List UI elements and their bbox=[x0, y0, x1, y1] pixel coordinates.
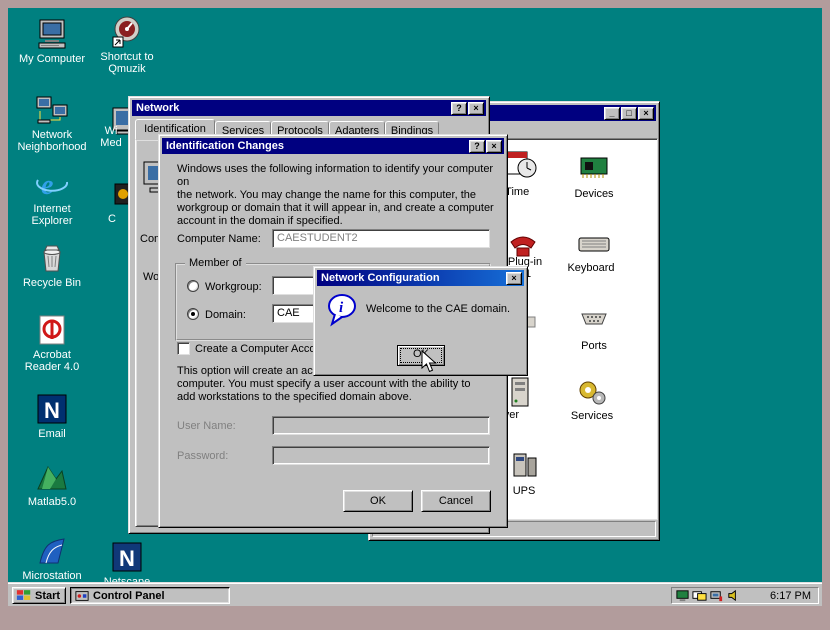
computer-name-field: CAESTUDENT2 bbox=[272, 229, 490, 248]
desktop-icon-label: Network Neighborhood bbox=[17, 129, 86, 153]
desktop-icon-label: Matlab5.0 bbox=[28, 496, 76, 508]
computer-name-value: CAESTUDENT2 bbox=[277, 232, 358, 244]
member-of-legend: Member of bbox=[185, 257, 246, 269]
tray-status-icon[interactable] bbox=[692, 588, 707, 603]
help-icon[interactable]: ? bbox=[451, 102, 467, 115]
microstation-icon bbox=[36, 535, 68, 567]
domain-label: Domain: bbox=[205, 309, 246, 322]
msgbox-title: Network Configuration bbox=[321, 272, 440, 284]
netscape-icon: N bbox=[111, 541, 143, 573]
domain-value: CAE bbox=[277, 307, 300, 319]
msgbox-message: Welcome to the CAE domain. bbox=[366, 303, 510, 316]
date-time-icon[interactable] bbox=[505, 148, 537, 180]
desktop-icon-label: Internet Explorer bbox=[32, 203, 73, 227]
identification-changes-title: Identification Changes bbox=[166, 140, 284, 152]
devices-icon[interactable] bbox=[578, 150, 610, 182]
acrobat-reader-icon bbox=[36, 314, 68, 346]
internet-explorer-icon: e bbox=[36, 168, 68, 200]
network-dialog-title: Network bbox=[136, 102, 179, 114]
task-button-label: Control Panel bbox=[93, 590, 165, 602]
mouse-cursor bbox=[420, 350, 442, 374]
identification-changes-titlebar[interactable]: Identification Changes ? × bbox=[162, 138, 504, 154]
tray-device-icon[interactable] bbox=[675, 588, 690, 603]
create-account-checkbox[interactable] bbox=[177, 342, 190, 355]
password-field bbox=[272, 446, 490, 465]
network-dialog-titlebar[interactable]: Network ? × bbox=[132, 100, 486, 116]
desktop-icon-network-neighborhood[interactable]: Network Neighborhood bbox=[12, 94, 92, 153]
start-label: Start bbox=[35, 590, 60, 602]
recycle-bin-icon bbox=[36, 242, 68, 274]
workgroup-label: Workgroup: bbox=[205, 281, 262, 294]
ports-label: Ports bbox=[566, 340, 622, 352]
desktop-icon-netscape[interactable]: N Netscape bbox=[87, 541, 167, 588]
desktop-icon-my-computer[interactable]: My Computer bbox=[12, 18, 92, 65]
desktop-icon-label: Microstation bbox=[22, 570, 81, 582]
network-neighborhood-icon bbox=[36, 94, 68, 126]
info-icon: i bbox=[326, 293, 358, 327]
services-icon[interactable] bbox=[576, 376, 608, 408]
services-label: Services bbox=[560, 410, 624, 422]
email-icon: N bbox=[36, 393, 68, 425]
close-icon[interactable]: × bbox=[468, 102, 484, 115]
close-icon[interactable]: × bbox=[486, 140, 502, 153]
devices-label: Devices bbox=[566, 188, 622, 200]
matlab-icon bbox=[36, 461, 68, 493]
control-panel-icon bbox=[75, 589, 89, 603]
qmuzik-shortcut-icon bbox=[111, 16, 143, 48]
password-label: Password: bbox=[177, 450, 228, 463]
server-icon[interactable] bbox=[504, 376, 536, 408]
my-computer-icon bbox=[36, 18, 68, 50]
domain-radio[interactable] bbox=[187, 308, 199, 320]
desktop: My Computer Network Neighborhood e Inter… bbox=[8, 8, 822, 606]
desktop-icon-matlab[interactable]: Matlab5.0 bbox=[12, 461, 92, 508]
desktop-icon-microstation[interactable]: Microstation bbox=[12, 535, 92, 582]
close-icon[interactable]: × bbox=[506, 272, 522, 285]
identification-body-text: Windows uses the following information t… bbox=[177, 163, 499, 228]
svg-text:N: N bbox=[44, 398, 60, 423]
taskbar: Start Control Panel 6:17 PM bbox=[8, 583, 822, 606]
keyboard-icon[interactable] bbox=[578, 228, 610, 260]
msgbox-titlebar[interactable]: Network Configuration × bbox=[317, 270, 524, 286]
keyboard-label: Keyboard bbox=[559, 262, 623, 274]
user-name-label: User Name: bbox=[177, 420, 236, 433]
close-icon[interactable]: × bbox=[638, 107, 654, 120]
start-button[interactable]: Start bbox=[12, 587, 66, 604]
desktop-icon-label-partial-2: C bbox=[102, 213, 122, 225]
ports-icon[interactable] bbox=[578, 302, 610, 334]
desktop-icon-acrobat-reader[interactable]: Acrobat Reader 4.0 bbox=[12, 314, 92, 373]
help-icon[interactable]: ? bbox=[469, 140, 485, 153]
tray-clock: 6:17 PM bbox=[770, 590, 818, 602]
desktop-icon-qmuzik[interactable]: Shortcut to Qmuzik bbox=[87, 16, 167, 75]
desktop-icon-label: Shortcut to Qmuzik bbox=[100, 51, 153, 75]
svg-text:e: e bbox=[41, 170, 53, 200]
svg-text:N: N bbox=[119, 546, 135, 571]
maximize-button[interactable]: □ bbox=[621, 107, 637, 120]
windows-logo-icon bbox=[16, 589, 32, 602]
workgroup-radio[interactable] bbox=[187, 280, 199, 292]
system-tray: 6:17 PM bbox=[671, 587, 819, 604]
desktop-icon-label: Acrobat Reader 4.0 bbox=[25, 349, 79, 373]
desktop-icon-internet-explorer[interactable]: e Internet Explorer bbox=[12, 168, 92, 227]
cancel-button[interactable]: Cancel bbox=[421, 490, 491, 512]
screen-frame: My Computer Network Neighborhood e Inter… bbox=[0, 0, 830, 630]
tray-network-icon[interactable] bbox=[709, 588, 724, 603]
user-name-field bbox=[272, 416, 490, 435]
tray-volume-icon[interactable] bbox=[726, 588, 741, 603]
desktop-icon-email[interactable]: N Email bbox=[12, 393, 92, 440]
task-button-control-panel[interactable]: Control Panel bbox=[70, 587, 230, 604]
desktop-icon-label-partial-1: Wi Med bbox=[96, 125, 126, 149]
desktop-icon-recycle-bin[interactable]: Recycle Bin bbox=[12, 242, 92, 289]
ups-icon[interactable] bbox=[508, 448, 540, 480]
desktop-icon-label: My Computer bbox=[19, 53, 85, 65]
minimize-button[interactable]: _ bbox=[604, 107, 620, 120]
ok-button[interactable]: OK bbox=[343, 490, 413, 512]
desktop-icon-label: Email bbox=[38, 428, 66, 440]
computer-name-label: Computer Name: bbox=[177, 233, 261, 246]
desktop-icon-label: Recycle Bin bbox=[23, 277, 81, 289]
